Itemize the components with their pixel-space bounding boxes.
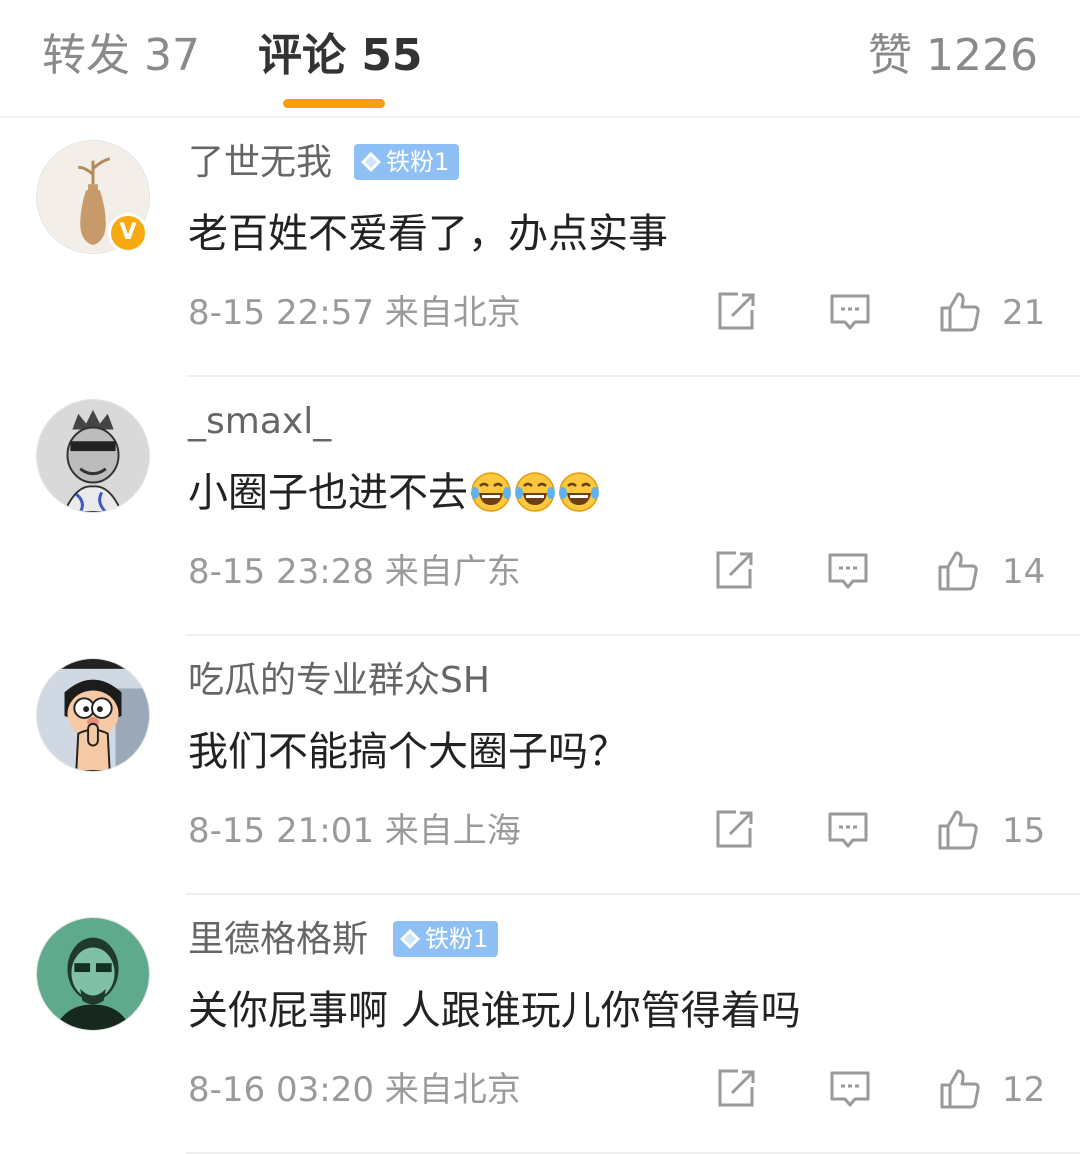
laugh-cry-emoji bbox=[515, 472, 555, 512]
avatar[interactable] bbox=[36, 658, 150, 772]
comment-meta: 8-15 23:28 来自广东 bbox=[188, 547, 521, 597]
comment-icon bbox=[828, 553, 868, 589]
fan-badge: 铁粉1 bbox=[393, 921, 499, 957]
comment-item: 里德格格斯 铁粉1 关你屁事啊 人跟谁玩儿你管得着吗 8-16 03:20 来自… bbox=[0, 895, 1080, 1154]
comment-text-content: 小圈子也进不去 bbox=[188, 470, 468, 516]
comment-meta: 8-15 21:01 来自上海 bbox=[188, 806, 521, 856]
share-icon bbox=[718, 292, 755, 330]
thumbs-up-icon bbox=[940, 1069, 980, 1109]
tab-likes[interactable]: 赞 1226 bbox=[868, 28, 1038, 84]
like-button[interactable] bbox=[936, 808, 980, 852]
reply-button[interactable] bbox=[826, 549, 870, 593]
comment-meta: 8-16 03:20 来自北京 bbox=[188, 1065, 521, 1115]
username[interactable]: 吃瓜的专业群众SH bbox=[188, 656, 490, 706]
comment-item: 吃瓜的专业群众SH 我们不能搞个大圈子吗？ 8-15 21:01 来自上海 15 bbox=[0, 636, 1080, 895]
share-button[interactable] bbox=[712, 549, 756, 593]
share-icon bbox=[716, 810, 753, 848]
thumbs-up-icon bbox=[940, 292, 980, 332]
avatar[interactable] bbox=[36, 917, 150, 1031]
comment-text: 关你屁事啊 人跟谁玩儿你管得着吗 bbox=[188, 988, 801, 1034]
verified-badge: V bbox=[108, 213, 148, 253]
active-tab-indicator bbox=[283, 99, 385, 108]
tab-forwards[interactable]: 转发 37 bbox=[42, 28, 200, 84]
share-icon bbox=[716, 551, 753, 589]
cartoon-avatar bbox=[37, 659, 149, 771]
thumbs-up-icon bbox=[938, 810, 978, 850]
comment-icon bbox=[830, 294, 870, 330]
reply-button[interactable] bbox=[828, 290, 872, 334]
laugh-cry-emoji bbox=[471, 472, 511, 512]
reply-button[interactable] bbox=[826, 808, 870, 852]
share-button[interactable] bbox=[712, 808, 756, 852]
comment-item: V 了世无我 铁粉1 老百姓不爱看了，办点实事 8-15 22:57 来自北京 … bbox=[0, 118, 1080, 377]
comment-tabs: 转发 37 评论 55 赞 1226 bbox=[0, 0, 1080, 118]
share-button[interactable] bbox=[714, 290, 758, 334]
username[interactable]: 里德格格斯 bbox=[188, 915, 368, 965]
comment-icon bbox=[828, 812, 868, 848]
fan-badge-label: 铁粉1 bbox=[386, 148, 450, 176]
like-count: 12 bbox=[1002, 1070, 1046, 1110]
like-count: 14 bbox=[1002, 552, 1046, 592]
thumbs-up-icon bbox=[938, 551, 978, 591]
like-button[interactable] bbox=[938, 290, 982, 334]
ape-avatar bbox=[37, 400, 149, 512]
comment-icon bbox=[830, 1071, 870, 1107]
diamond-icon bbox=[361, 152, 381, 172]
username[interactable]: _smaxl_ bbox=[188, 397, 331, 447]
like-count: 21 bbox=[1002, 293, 1046, 333]
reply-button[interactable] bbox=[828, 1067, 872, 1111]
comment-location: 来自北京 bbox=[384, 1070, 521, 1110]
comment-meta: 8-15 22:57 来自北京 bbox=[188, 288, 521, 338]
comment-text: 我们不能搞个大圈子吗？ bbox=[188, 729, 628, 775]
like-count: 15 bbox=[1002, 811, 1046, 851]
fan-badge-label: 铁粉1 bbox=[425, 925, 489, 953]
share-icon bbox=[718, 1069, 755, 1107]
comment-location: 来自上海 bbox=[384, 811, 521, 851]
comment-time: 8-15 23:28 bbox=[188, 552, 374, 592]
comment-location: 来自广东 bbox=[384, 552, 521, 592]
like-button[interactable] bbox=[936, 549, 980, 593]
like-button[interactable] bbox=[938, 1067, 982, 1111]
fan-badge: 铁粉1 bbox=[354, 144, 460, 180]
portrait-avatar bbox=[37, 918, 149, 1030]
comment-text: 小圈子也进不去 bbox=[188, 465, 600, 521]
avatar[interactable] bbox=[36, 399, 150, 513]
tab-comments[interactable]: 评论 55 bbox=[258, 28, 423, 84]
comment-item: _smaxl_ 小圈子也进不去 8-15 23:28 来自广东 14 bbox=[0, 377, 1080, 636]
laugh-cry-emoji bbox=[559, 472, 599, 512]
comment-time: 8-16 03:20 bbox=[188, 1070, 374, 1110]
comment-location: 来自北京 bbox=[384, 293, 521, 333]
share-button[interactable] bbox=[714, 1067, 758, 1111]
comment-text: 老百姓不爱看了，办点实事 bbox=[188, 211, 668, 257]
comment-time: 8-15 21:01 bbox=[188, 811, 374, 851]
username[interactable]: 了世无我 bbox=[188, 138, 332, 188]
diamond-icon bbox=[400, 929, 420, 949]
comment-time: 8-15 22:57 bbox=[188, 293, 374, 333]
